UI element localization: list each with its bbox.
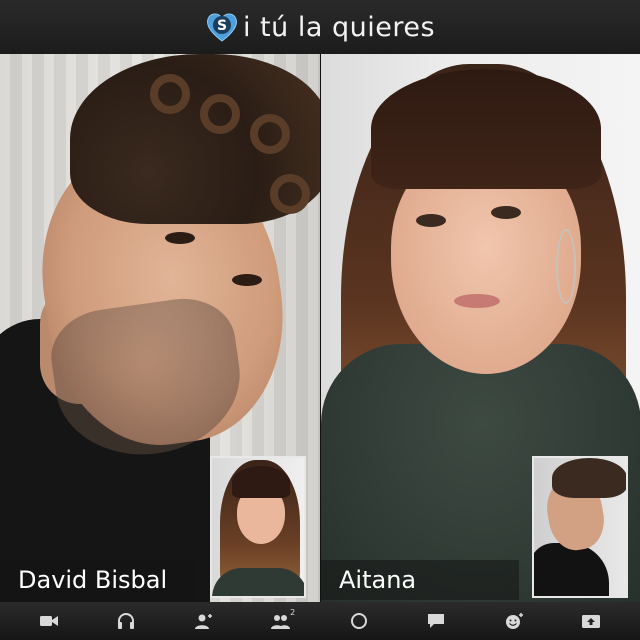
audio-button[interactable] [106, 606, 146, 636]
hair-curl [250, 114, 290, 154]
emoji-icon [505, 613, 523, 629]
chat-button[interactable] [416, 606, 456, 636]
video-pane-right[interactable]: Aitana [321, 54, 640, 602]
video-pane-left[interactable]: David Bisbal [0, 54, 320, 602]
add-contact-icon [194, 614, 212, 629]
participant-earring [556, 229, 576, 304]
participant-count-badge: 2 [290, 608, 296, 617]
title-bar: S i tú la quieres [0, 0, 640, 54]
share-screen-button[interactable] [571, 606, 611, 636]
headphones-icon [118, 613, 135, 629]
page-title: i tú la quieres [242, 11, 436, 43]
participant-name-label: Aitana [321, 560, 519, 600]
video-call-area: David Bisbal Aitana [0, 54, 640, 602]
contacts-icon [271, 615, 291, 629]
participant-bangs [371, 69, 601, 189]
hair-curl [200, 94, 240, 134]
participant-name-label: David Bisbal [0, 560, 198, 600]
call-toolbar: 2 [0, 602, 640, 640]
video-camera-button[interactable] [29, 606, 69, 636]
add-contact-button[interactable] [184, 606, 224, 636]
emoji-button[interactable] [494, 606, 534, 636]
logo-letter: S [217, 18, 227, 34]
participant-lips [454, 294, 500, 308]
video-camera-icon [39, 616, 58, 626]
hair-curl [150, 74, 190, 114]
chat-icon [428, 614, 445, 628]
participant-eye [165, 232, 195, 244]
pip-thumbnail[interactable] [532, 456, 628, 598]
contacts-button[interactable]: 2 [261, 606, 301, 636]
participant-eye [416, 214, 446, 227]
pip-hair [552, 458, 626, 498]
pip-thumbnail[interactable] [210, 456, 306, 598]
participant-eye [232, 274, 262, 286]
hair-curl [270, 174, 310, 214]
skype-heart-logo: S [205, 10, 239, 44]
pip-bangs [232, 466, 290, 498]
record-button[interactable] [339, 606, 379, 636]
share-screen-icon [582, 615, 601, 628]
pip-top [212, 568, 304, 596]
participant-eye [491, 206, 521, 219]
record-icon [350, 613, 367, 629]
